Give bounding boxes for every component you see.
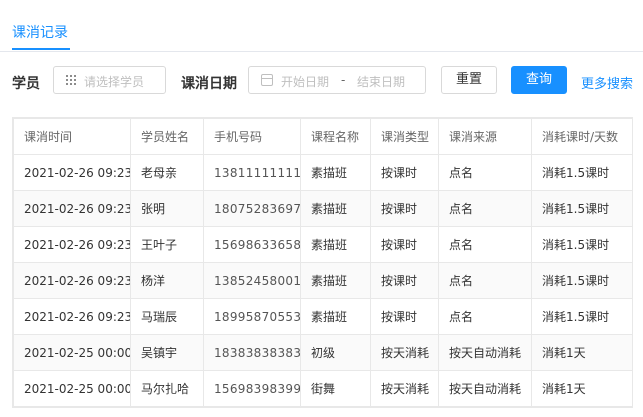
active-tab-indicator (12, 48, 70, 50)
table-cell: 18075283697 (203, 190, 301, 227)
table-cell: 素描班 (300, 262, 371, 299)
table-cell: 按天自动消耗 (438, 334, 532, 371)
reset-button[interactable]: 重置 (441, 66, 497, 94)
table-cell: 马尔扎哈 (130, 370, 204, 407)
table-row: 2021-02-25 00:00 马尔扎哈 15698398399 街舞 按天消… (13, 370, 633, 407)
table-cell: 13811111111 (203, 154, 301, 191)
records-table: 课消时间 学员姓名 手机号码 课程名称 课消类型 课消来源 消耗课时/天数 20… (12, 117, 633, 408)
start-date-input[interactable]: 开始日期 (281, 73, 329, 90)
table-cell: 按天自动消耗 (438, 370, 532, 407)
table-cell: 18995870553 (203, 298, 301, 335)
table-cell: 张明 (130, 190, 204, 227)
table-row: 2021-02-26 09:23 王叶子 15698633658 素描班 按课时… (13, 226, 633, 263)
query-button[interactable]: 查询 (511, 66, 567, 94)
table-cell: 按天消耗 (370, 334, 439, 371)
table-cell: 2021-02-26 09:23 (13, 154, 131, 191)
student-select[interactable]: 请选择学员 (53, 66, 166, 94)
table-cell: 按课时 (370, 190, 439, 227)
table-row: 2021-02-26 09:23 张明 18075283697 素描班 按课时 … (13, 190, 633, 227)
table-cell: 吴镇宇 (130, 334, 204, 371)
student-select-placeholder: 请选择学员 (84, 75, 145, 89)
column-header: 课消时间 (13, 118, 131, 155)
table-cell: 15698398399 (203, 370, 301, 407)
table-cell: 按课时 (370, 262, 439, 299)
table-cell: 素描班 (300, 226, 371, 263)
column-header: 手机号码 (203, 118, 301, 155)
table-cell: 素描班 (300, 154, 371, 191)
column-header: 课消来源 (438, 118, 532, 155)
table-cell: 2021-02-26 09:23 (13, 190, 131, 227)
table-cell: 消耗1.5课时 (531, 154, 633, 191)
table-cell: 消耗1天 (531, 334, 633, 371)
table-cell: 按课时 (370, 298, 439, 335)
table-cell: 消耗1.5课时 (531, 226, 633, 263)
column-header: 消耗课时/天数 (531, 118, 633, 155)
table-cell: 街舞 (300, 370, 371, 407)
table-cell: 按天消耗 (370, 370, 439, 407)
table-cell: 点名 (438, 154, 532, 191)
table-cell: 王叶子 (130, 226, 204, 263)
table-cell: 点名 (438, 298, 532, 335)
table-cell: 按课时 (370, 154, 439, 191)
table-cell: 素描班 (300, 298, 371, 335)
end-date-input[interactable]: 结束日期 (357, 73, 405, 90)
table-cell: 2021-02-26 09:23 (13, 298, 131, 335)
grid-icon (66, 75, 76, 85)
tab-bar: 课消记录 (0, 0, 643, 52)
filter-bar: 学员 请选择学员 课消日期 开始日期 - 结束日期 重置 查询 更多搜索 (0, 64, 643, 98)
table-cell: 13852458001 (203, 262, 301, 299)
column-header: 学员姓名 (130, 118, 204, 155)
table-cell: 2021-02-25 00:00 (13, 370, 131, 407)
table-cell: 消耗1.5课时 (531, 298, 633, 335)
table-cell: 老母亲 (130, 154, 204, 191)
table-cell: 2021-02-26 09:23 (13, 262, 131, 299)
table-cell: 消耗1.5课时 (531, 262, 633, 299)
student-label: 学员 (12, 76, 40, 92)
date-range-separator: - (341, 73, 346, 87)
table-cell: 18383838383 (203, 334, 301, 371)
table-cell: 2021-02-25 00:00 (13, 334, 131, 371)
table-cell: 消耗1天 (531, 370, 633, 407)
table-cell: 消耗1.5课时 (531, 190, 633, 227)
more-search-link[interactable]: 更多搜索 (581, 73, 633, 92)
table-cell: 15698633658 (203, 226, 301, 263)
table-cell: 点名 (438, 190, 532, 227)
table-cell: 初级 (300, 334, 371, 371)
table-header-row: 课消时间 学员姓名 手机号码 课程名称 课消类型 课消来源 消耗课时/天数 (13, 118, 633, 155)
tab-consumption-records[interactable]: 课消记录 (12, 22, 68, 42)
table-row: 2021-02-26 09:23 老母亲 13811111111 素描班 按课时… (13, 154, 633, 191)
table-cell: 按课时 (370, 226, 439, 263)
table-cell: 点名 (438, 262, 532, 299)
date-label: 课消日期 (181, 76, 237, 92)
calendar-icon (261, 74, 273, 86)
table-row: 2021-02-26 09:23 马瑞辰 18995870553 素描班 按课时… (13, 298, 633, 335)
table-cell: 点名 (438, 226, 532, 263)
table-row: 2021-02-25 00:00 吴镇宇 18383838383 初级 按天消耗… (13, 334, 633, 371)
table-row: 2021-02-26 09:23 杨洋 13852458001 素描班 按课时 … (13, 262, 633, 299)
table-cell: 2021-02-26 09:23 (13, 226, 131, 263)
column-header: 课程名称 (300, 118, 371, 155)
date-range-picker[interactable]: 开始日期 - 结束日期 (248, 66, 426, 94)
table-cell: 马瑞辰 (130, 298, 204, 335)
table-cell: 杨洋 (130, 262, 204, 299)
column-header: 课消类型 (370, 118, 439, 155)
table-cell: 素描班 (300, 190, 371, 227)
